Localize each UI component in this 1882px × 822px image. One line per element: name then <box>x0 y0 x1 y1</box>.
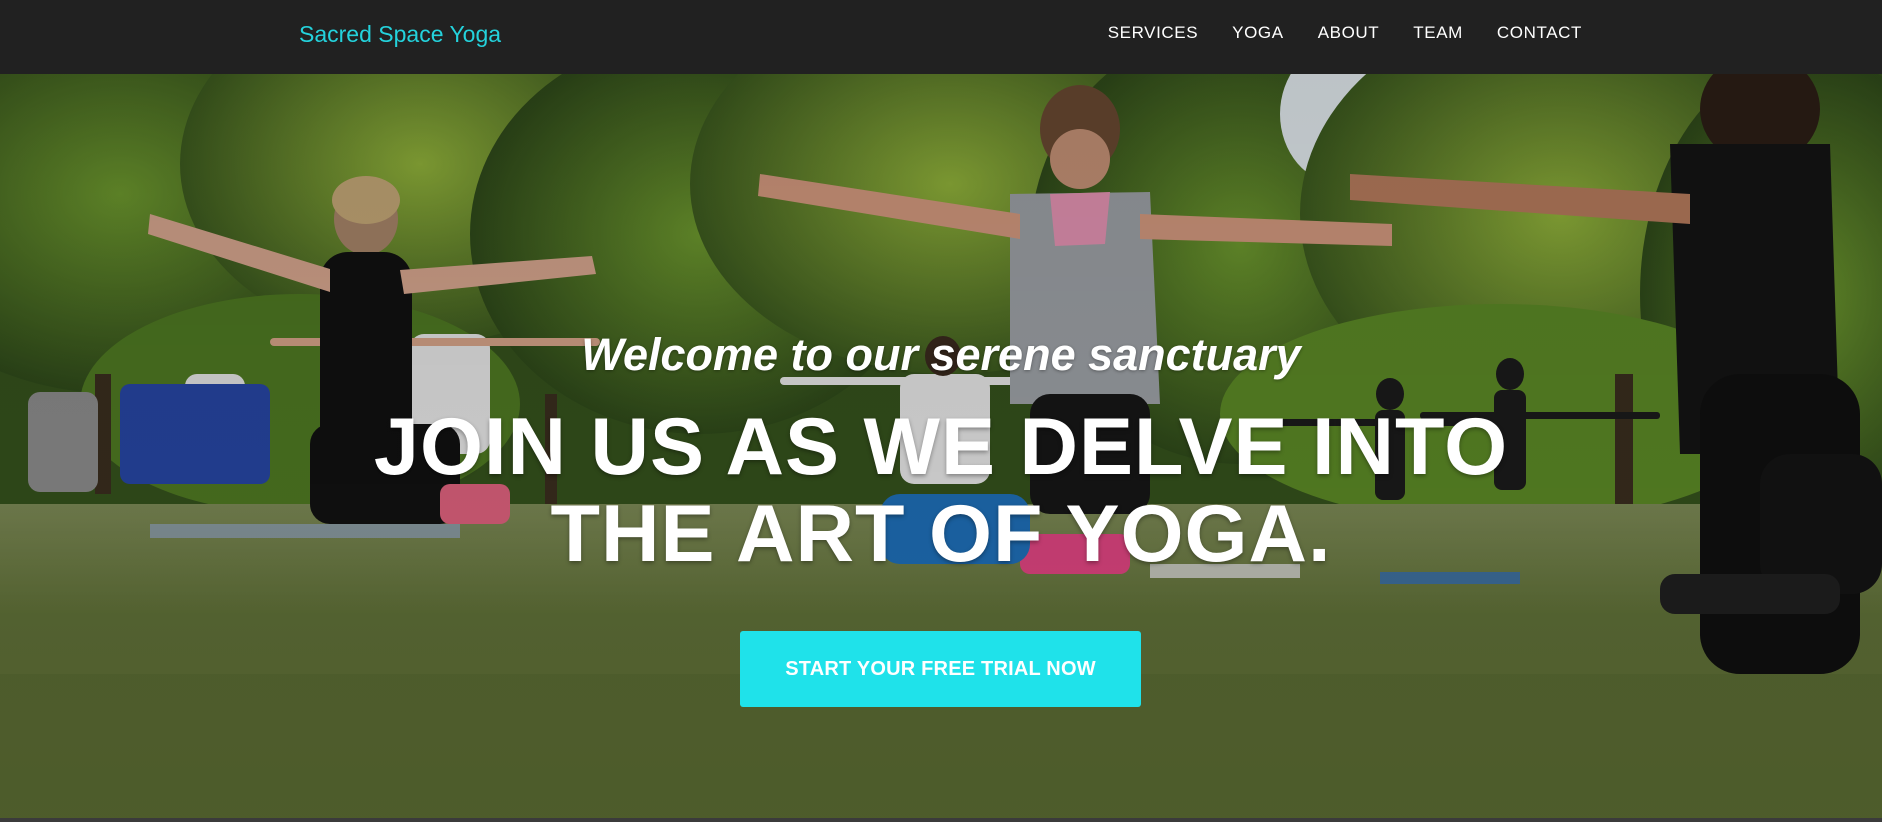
nav-link-services[interactable]: SERVICES <box>1108 23 1198 43</box>
hero-headline-line1: JOIN US AS WE DELVE INTO <box>373 402 1509 492</box>
nav-link-team[interactable]: TEAM <box>1413 23 1463 43</box>
hero-headline-line2: THE ART OF YOGA. <box>550 489 1332 579</box>
hero-subtitle: Welcome to our serene sanctuary <box>581 329 1301 380</box>
nav-link-about[interactable]: ABOUT <box>1318 23 1380 43</box>
main-nav: SERVICES YOGA ABOUT TEAM CONTACT <box>1108 0 1582 66</box>
brand-logo-link[interactable]: Sacred Space Yoga <box>299 0 501 68</box>
hero-section: Welcome to our serene sanctuary JOIN US … <box>0 74 1882 822</box>
free-trial-button[interactable]: START YOUR FREE TRIAL NOW <box>740 631 1141 707</box>
hero-headline: JOIN US AS WE DELVE INTO THE ART OF YOGA… <box>0 404 1882 578</box>
top-navbar: Sacred Space Yoga SERVICES YOGA ABOUT TE… <box>0 0 1882 74</box>
nav-link-yoga[interactable]: YOGA <box>1232 23 1284 43</box>
hero-content: Welcome to our serene sanctuary JOIN US … <box>0 74 1882 822</box>
nav-link-contact[interactable]: CONTACT <box>1497 23 1582 43</box>
